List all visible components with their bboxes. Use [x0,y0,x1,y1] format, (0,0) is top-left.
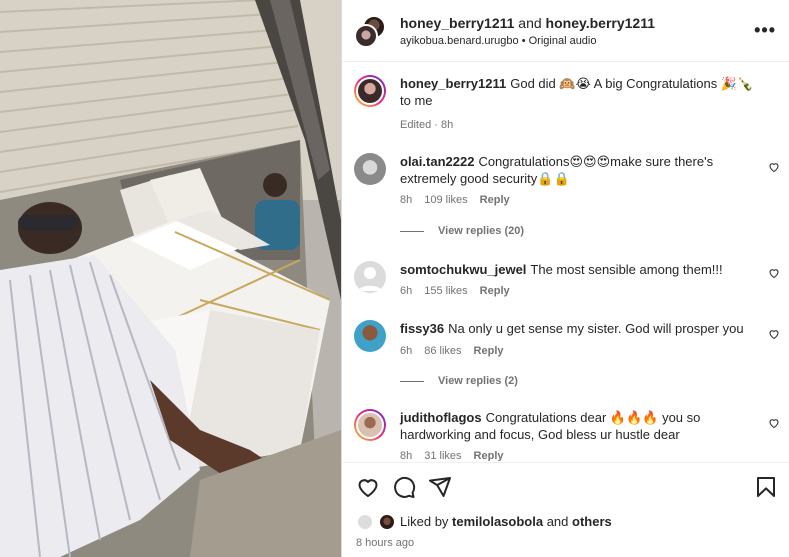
post-media[interactable] [0,0,341,557]
comment-username[interactable]: honey_berry1211 [400,76,506,91]
avatar[interactable] [354,75,386,107]
post-header: honey_berry1211 and honey.berry1211 ayik… [342,0,789,62]
post-timestamp[interactable]: 8 hours ago [356,537,414,549]
liked-by-and: and [543,514,572,529]
liked-by-text: Liked by temilolasobola and others [400,514,612,529]
comment-time: 6h [400,285,413,297]
reply-button[interactable]: Reply [474,450,504,461]
comment-likes[interactable]: 155 likes [424,285,467,297]
comment-icon[interactable] [392,475,416,499]
reply-button[interactable]: Reply [480,285,510,297]
author-username[interactable]: honey_berry1211 [400,15,514,31]
view-replies-button[interactable]: View replies (20) [400,225,524,237]
send-icon[interactable] [428,475,452,499]
edited-time: Edited · 8h [400,119,454,131]
avatar[interactable] [378,513,396,531]
comment-likes[interactable]: 86 likes [424,345,461,357]
comment-text: fissy36 Na only u get sense my sister. Go… [400,320,760,337]
comment-text: olai.tan2222 Congratulations😍😍😍make sure … [400,153,760,187]
post-actions: Liked by temilolasobola and others 8 hou… [342,462,789,557]
author-username[interactable]: honey.berry1211 [546,15,655,31]
avatar[interactable] [354,24,378,48]
comment-username[interactable]: judithoflagos [400,410,482,425]
caption-text: honey_berry1211 God did 🙉😭 A big Congratu… [400,75,760,109]
liked-by-others[interactable]: others [572,514,612,529]
comment-username[interactable]: somtochukwu_jewel [400,262,526,277]
comment-body: The most sensible among them!!! [530,262,723,277]
view-replies-button[interactable]: View replies (2) [400,375,518,387]
comment-meta: 8h 31 likes Reply [400,450,516,461]
heart-icon[interactable] [356,475,380,499]
comment-likes[interactable]: 109 likes [424,194,467,206]
comment-meta: 6h 155 likes Reply [400,285,522,297]
post-video-frame [0,0,341,557]
comment-meta: 8h 109 likes Reply [400,194,522,206]
liked-by-prefix: Liked by [400,514,453,529]
post-side-panel: honey_berry1211 and honey.berry1211 ayik… [341,0,789,557]
heart-icon[interactable] [768,267,780,279]
liked-by-user[interactable]: temilolasobola [452,514,543,529]
more-options-button[interactable]: ••• [754,20,776,41]
reply-button[interactable]: Reply [480,194,510,206]
comment-username[interactable]: fissy36 [400,321,444,336]
avatar[interactable] [354,153,386,185]
heart-icon[interactable] [768,161,780,173]
avatar[interactable] [356,513,374,531]
default-avatar-icon [358,267,382,291]
comment-meta: 6h 86 likes Reply [400,345,516,357]
avatar[interactable] [354,409,386,441]
comment-time: 6h [400,345,413,357]
comment-text: somtochukwu_jewel The most sensible among… [400,261,760,278]
comment-time: 8h [400,194,413,206]
heart-icon[interactable] [768,417,780,429]
collab-avatars[interactable] [354,15,386,48]
caption-meta: Edited · 8h [400,119,465,131]
comment-likes[interactable]: 31 likes [424,450,461,461]
comments-list[interactable]: honey_berry1211 God did 🙉😭 A big Congratu… [342,63,789,461]
avatar[interactable] [354,320,386,352]
comment-time: 8h [400,450,413,461]
reply-button[interactable]: Reply [474,345,504,357]
comment-username[interactable]: olai.tan2222 [400,154,474,169]
comment-text: judithoflagos Congratulations dear 🔥🔥🔥 yo… [400,409,760,443]
comment-body: Na only u get sense my sister. God will … [448,321,744,336]
post-authors: honey_berry1211 and honey.berry1211 [400,15,655,31]
heart-icon[interactable] [768,328,780,340]
and-text: and [514,15,546,31]
audio-attribution[interactable]: ayikobua.benard.urugbo • Original audio [400,35,597,47]
more-horizontal-icon: ••• [754,20,776,40]
avatar[interactable] [354,261,386,293]
bookmark-icon[interactable] [754,475,778,499]
